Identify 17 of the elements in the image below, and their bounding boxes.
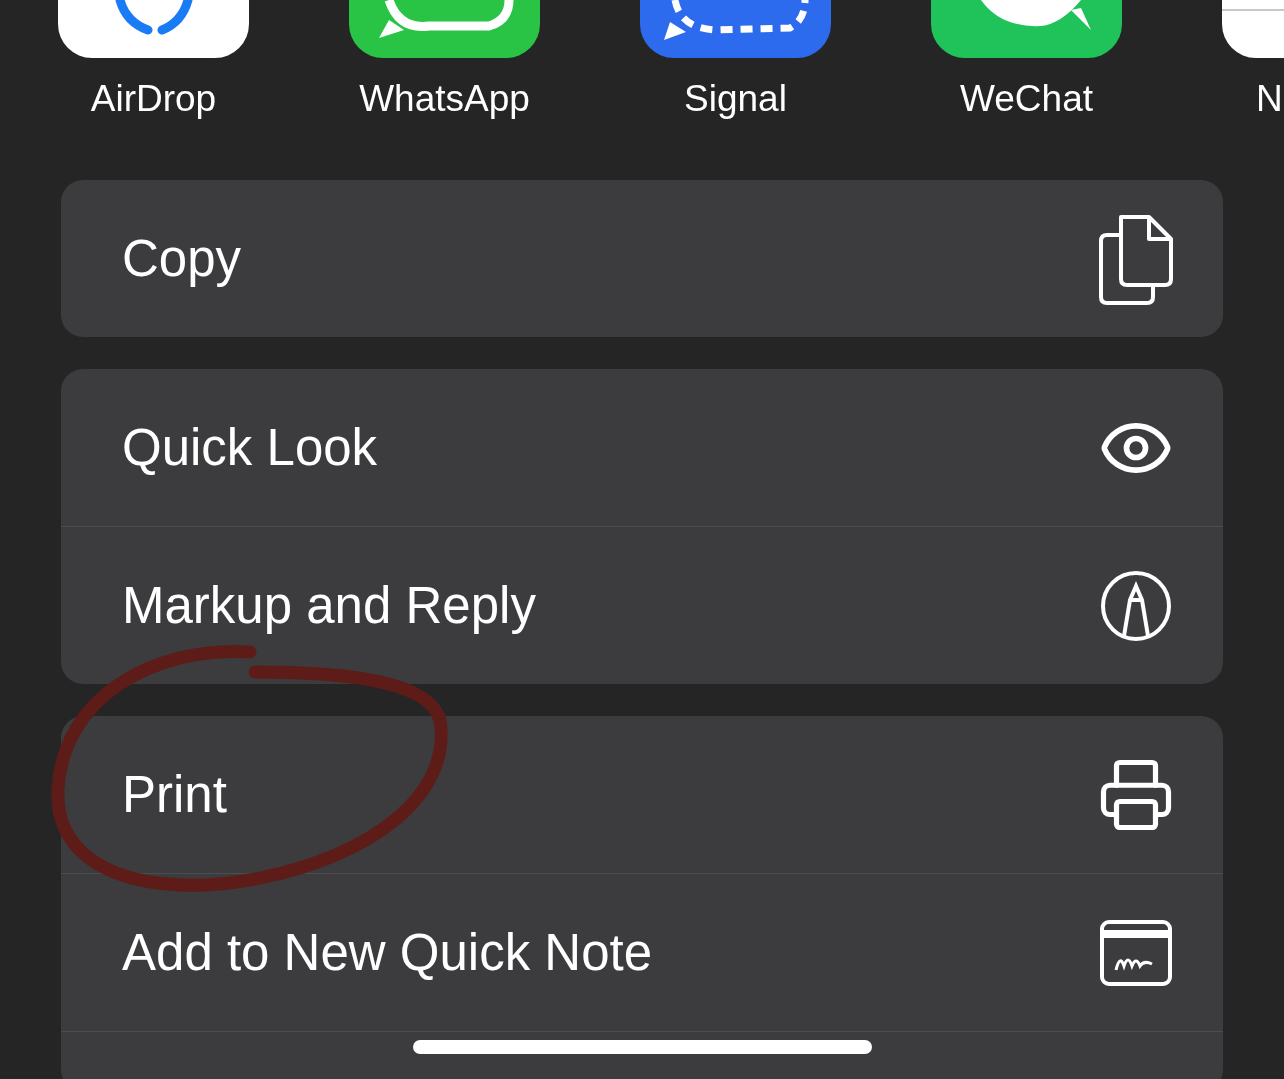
app-icon[interactable] (640, 0, 831, 58)
action-row[interactable]: Copy (61, 180, 1223, 337)
app-label: WeChat (960, 78, 1093, 120)
app-label: WhatsApp (359, 78, 530, 120)
app-icon[interactable] (58, 0, 249, 58)
app-icon[interactable] (931, 0, 1122, 58)
note-icon (1100, 919, 1172, 986)
copy-icon (1099, 212, 1173, 305)
action-row[interactable]: Markup and Reply (61, 526, 1223, 684)
pen-circle-icon (1100, 569, 1172, 642)
action-row[interactable]: Quick Look (61, 369, 1223, 526)
app-label: AirDrop (90, 78, 217, 120)
app-icon[interactable] (349, 0, 540, 58)
action-row[interactable]: Add to New Quick Note (61, 873, 1223, 1032)
app-label: Signal (684, 78, 787, 120)
app-label: N (1256, 78, 1283, 120)
action-row[interactable]: Print (61, 716, 1223, 873)
